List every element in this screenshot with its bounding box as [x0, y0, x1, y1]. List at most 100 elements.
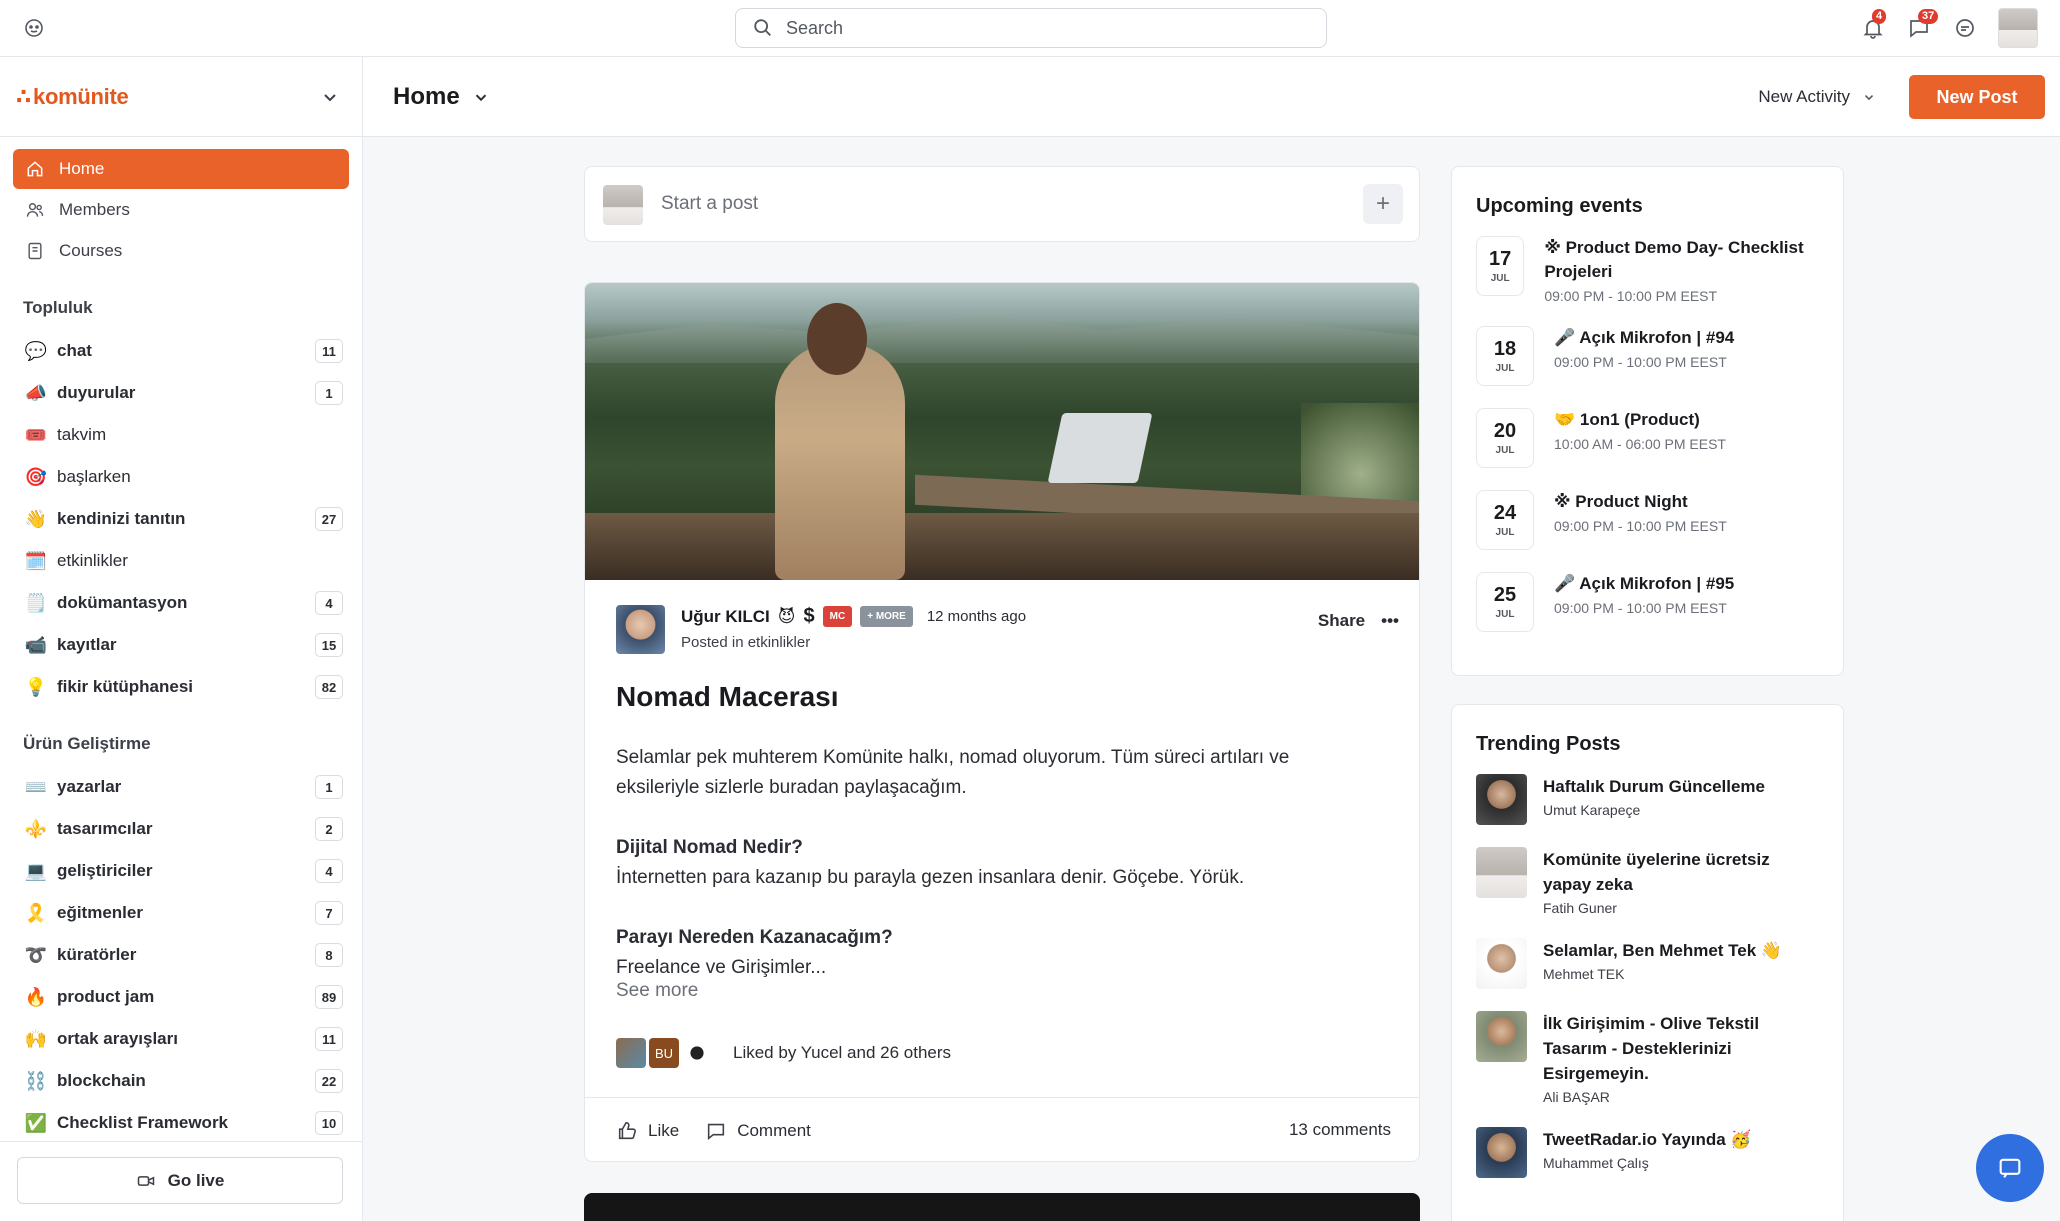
members-icon: [26, 203, 44, 217]
sidebar-nav: Home Members Courses Topluluk 💬 chat 11 📣 d…: [0, 137, 362, 1144]
post-composer[interactable]: Start a post +: [584, 166, 1420, 242]
go-live-button[interactable]: Go live: [17, 1157, 343, 1204]
channel-checklist-framework[interactable]: ✅ Checklist Framework 10: [13, 1102, 349, 1144]
brand-logo[interactable]: ∴ komünite: [16, 84, 129, 110]
search-icon: [754, 19, 771, 36]
post-intro: Selamlar pek muhterem Komünite halkı, no…: [616, 747, 1290, 798]
page-title[interactable]: Home: [393, 83, 490, 111]
community-switcher-icon[interactable]: [22, 16, 46, 40]
event-time: 09:00 PM - 10:00 PM EEST: [1554, 518, 1727, 534]
channel-chat[interactable]: 💬 chat 11: [13, 330, 349, 372]
new-post-button[interactable]: New Post: [1909, 75, 2045, 119]
add-attachment-button[interactable]: +: [1363, 184, 1403, 224]
event-item[interactable]: 24 JUL ※ Product Night 09:00 PM - 10:00 PM…: [1476, 490, 1819, 550]
event-item[interactable]: 25 JUL 🎤 Açık Mikrofon | #95 09:00 PM - 10…: [1476, 572, 1819, 632]
sidebar-item-members[interactable]: Members: [13, 190, 349, 230]
unread-count: 10: [315, 1111, 343, 1135]
post-paragraph-1: İnternetten para kazanıp bu parayla geze…: [616, 867, 1245, 888]
user-avatar[interactable]: [1998, 8, 2038, 48]
notifications-badge: 4: [1872, 9, 1887, 24]
channel-kendinizi-tanitin[interactable]: 👋 kendinizi tanıtın 27: [13, 498, 349, 540]
trending-post-author: Fatih Guner: [1543, 900, 1617, 916]
channel-gelistiriciler[interactable]: 💻 geliştiriciler 4: [13, 850, 349, 892]
laptop-illustration: [1047, 413, 1153, 483]
more-tags-button[interactable]: + MORE: [860, 606, 913, 627]
trending-post-item[interactable]: Selamlar, Ben Mehmet Tek 👋 Mehmet TEK: [1476, 938, 1819, 989]
new-activity-dropdown[interactable]: New Activity: [1758, 87, 1876, 107]
channel-name: kendinizi tanıtın: [57, 509, 186, 528]
channel-yazarlar[interactable]: ⌨️ yazarlar 1: [13, 766, 349, 808]
post-actions-top: Share •••: [1318, 611, 1399, 631]
see-more-link[interactable]: See more: [616, 980, 698, 1002]
channel-takvim[interactable]: 🎟️ takvim: [13, 414, 349, 456]
trending-post-title: TweetRadar.io Yayında 🥳: [1543, 1130, 1752, 1149]
trending-author-avatar: [1476, 1127, 1527, 1178]
like-button[interactable]: Like: [616, 1120, 679, 1142]
go-live-bar: Go live: [0, 1141, 362, 1221]
speech-bubble-icon: 💬: [24, 340, 48, 361]
author-avatar[interactable]: [616, 605, 665, 654]
page-title-text: Home: [393, 83, 460, 110]
upcoming-events-card: Upcoming events 17 JUL ※ Product Demo Day…: [1451, 166, 1844, 676]
trending-post-author: Mehmet TEK: [1543, 966, 1625, 982]
post-paragraph-2: Freelance ve Girişimler...: [616, 957, 827, 978]
search-input[interactable]: Search: [735, 8, 1327, 48]
event-day: 18: [1493, 338, 1517, 360]
channel-egitmenler[interactable]: 🎗️ eğitmenler 7: [13, 892, 349, 934]
share-button[interactable]: Share: [1318, 611, 1365, 631]
more-options-icon[interactable]: •••: [1381, 611, 1399, 631]
devil-emoji-icon: 😈: [777, 606, 796, 626]
channel-fikir-kutuphanesi[interactable]: 💡 fikir kütüphanesi 82: [13, 666, 349, 708]
comment-button[interactable]: Comment: [705, 1120, 811, 1142]
trending-post-author: Umut Karapeçe: [1543, 802, 1641, 818]
event-item[interactable]: 20 JUL 🤝 1on1 (Product) 10:00 AM - 06:00 P…: [1476, 408, 1819, 468]
comment-icon: [708, 1123, 725, 1140]
channel-dokumantasyon[interactable]: 🗒️ dokümantasyon 4: [13, 582, 349, 624]
event-day: 25: [1493, 584, 1517, 606]
sidebar-item-home[interactable]: Home: [13, 149, 349, 189]
posted-in[interactable]: Posted in etkinlikler: [681, 634, 1026, 651]
fleur-de-lis-icon: ⚜️: [24, 818, 48, 839]
channel-etkinlikler[interactable]: 🗓️ etkinlikler: [13, 540, 349, 582]
channel-kuratorler[interactable]: ➰ küratörler 8: [13, 934, 349, 976]
trending-post-title: İlk Girişimim - Olive Tekstil Tasarım - …: [1543, 1014, 1760, 1083]
lightbulb-icon: 💡: [24, 676, 48, 697]
event-day: 20: [1493, 420, 1517, 442]
chevron-down-icon: [475, 94, 486, 102]
channel-kayitlar[interactable]: 📹 kayıtlar 15: [13, 624, 349, 666]
sidebar-item-label: Courses: [59, 241, 123, 260]
likes-row[interactable]: BU Liked by Yucel and 26 others: [616, 1038, 951, 1068]
brand-row[interactable]: ∴ komünite: [0, 57, 362, 137]
sidebar-item-courses[interactable]: Courses: [13, 231, 349, 271]
trending-post-item[interactable]: Haftalık Durum Güncelleme Umut Karapeçe: [1476, 774, 1819, 825]
channel-product-jam[interactable]: 🔥 product jam 89: [13, 976, 349, 1018]
author-name[interactable]: Uğur KILCI: [681, 607, 770, 627]
channel-tasarimcilar[interactable]: ⚜️ tasarımcılar 2: [13, 808, 349, 850]
post-title[interactable]: Nomad Macerası: [616, 681, 839, 713]
post-time[interactable]: 12 months ago: [927, 608, 1026, 625]
trending-post-item[interactable]: Komünite üyelerine ücretsiz yapay zeka Fa…: [1476, 847, 1819, 916]
messages-badge: 37: [1918, 9, 1939, 24]
channel-blockchain[interactable]: ⛓️ blockchain 22: [13, 1060, 349, 1102]
channel-baslarken[interactable]: 🎯 başlarken: [13, 456, 349, 498]
notifications-button[interactable]: 4: [1860, 9, 1887, 41]
event-item[interactable]: 18 JUL 🎤 Açık Mikrofon | #94 09:00 PM - 10…: [1476, 326, 1819, 386]
chat-threads-button[interactable]: [1952, 15, 1978, 41]
channel-duyurular[interactable]: 📣 duyurular 1: [13, 372, 349, 414]
top-bar: Search 4 37: [0, 0, 2060, 57]
event-month: JUL: [1495, 609, 1515, 620]
trending-post-item[interactable]: İlk Girişimim - Olive Tekstil Tasarım - …: [1476, 1011, 1819, 1105]
unread-count: 7: [315, 901, 343, 925]
event-item[interactable]: 17 JUL ※ Product Demo Day- Checklist Proj…: [1476, 236, 1819, 304]
channel-name: Checklist Framework: [57, 1113, 229, 1132]
messages-button[interactable]: 37: [1906, 9, 1939, 41]
support-chat-button[interactable]: [1976, 1134, 2044, 1202]
trending-post-item[interactable]: TweetRadar.io Yayında 🥳 Muhammet Çalış: [1476, 1127, 1819, 1178]
unread-count: 27: [315, 507, 343, 531]
channel-ortak-arayislari[interactable]: 🙌 ortak arayışları 11: [13, 1018, 349, 1060]
post-heading-1: Dijital Nomad Nedir?: [616, 837, 803, 858]
ribbon-icon: 🎗️: [24, 902, 48, 923]
chevron-down-icon[interactable]: [320, 87, 340, 107]
comments-count[interactable]: 13 comments: [1289, 1120, 1391, 1140]
keyboard-icon: ⌨️: [24, 776, 48, 797]
